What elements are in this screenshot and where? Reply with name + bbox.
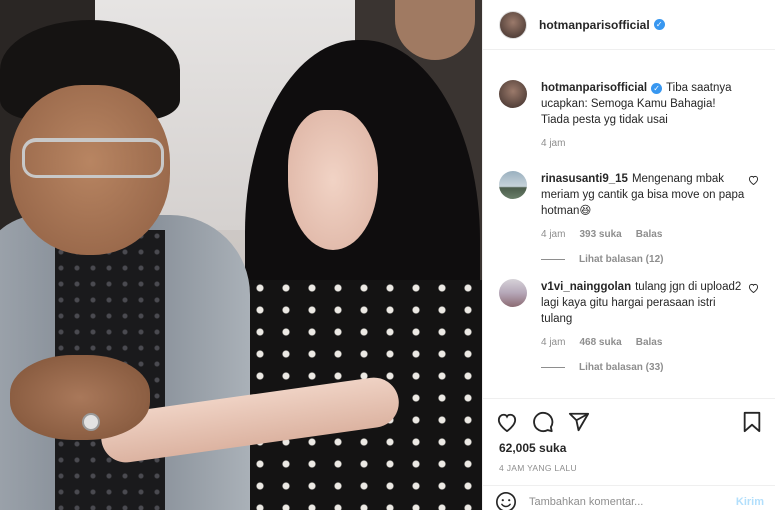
post-side-panel: hotmanparisofficial ✓ hotmanparisofficia…: [482, 0, 775, 510]
comment-likes[interactable]: 393 suka: [579, 229, 621, 240]
add-comment-bar: Kirim: [483, 485, 775, 510]
replies-divider: [541, 367, 565, 368]
action-icons-bar: [483, 399, 775, 435]
comment-meta: 4 jam: [541, 138, 746, 149]
photo-man-glasses: [22, 138, 164, 178]
comment-username[interactable]: rinasusanti9_15: [541, 173, 628, 185]
post-header: hotmanparisofficial ✓: [483, 0, 775, 50]
comment-item: v1vi_nainggolan tulang jgn di upload2 lag…: [499, 279, 759, 348]
comment-username[interactable]: hotmanparisofficial: [541, 82, 647, 94]
photo-ring: [82, 413, 100, 431]
post-time-ago[interactable]: 4 JAM YANG LALU: [483, 455, 775, 473]
author-avatar[interactable]: [499, 10, 527, 39]
comment-text-block: v1vi_nainggolan tulang jgn di upload2 lag…: [541, 279, 746, 327]
comment-time[interactable]: 4 jam: [541, 138, 565, 149]
post-actions: 62,005 suka 4 JAM YANG LALU Kirim: [483, 398, 775, 510]
post-comment-button[interactable]: Kirim: [736, 496, 764, 508]
replies-divider: [541, 259, 565, 260]
comment-text-block: rinasusanti9_15 Mengenang mbak meriam yg …: [541, 171, 746, 219]
comments-list[interactable]: hotmanparisofficial ✓ Tiba saatnya ucapkan…: [483, 50, 775, 398]
author-username[interactable]: hotmanparisofficial: [539, 18, 650, 32]
photo-man-hand: [10, 355, 150, 440]
comment-meta: 4 jam 468 suka Balas: [541, 337, 746, 348]
comment-avatar[interactable]: [499, 80, 527, 108]
comment-likes[interactable]: 468 suka: [579, 337, 621, 348]
comment-username[interactable]: v1vi_nainggolan: [541, 281, 631, 293]
like-heart-icon[interactable]: [495, 410, 519, 434]
comment-reply-button[interactable]: Balas: [636, 337, 663, 348]
comment-avatar[interactable]: [499, 279, 527, 307]
view-replies-button[interactable]: Lihat balasan (33): [541, 362, 759, 373]
share-icon[interactable]: [567, 410, 591, 434]
add-comment-input[interactable]: [529, 495, 736, 508]
view-replies-button[interactable]: Lihat balasan (12): [541, 254, 759, 265]
comment-meta: 4 jam 393 suka Balas: [541, 229, 746, 240]
emoji-smiley-icon[interactable]: [495, 491, 517, 510]
save-bookmark-icon[interactable]: [740, 410, 764, 434]
view-replies-label[interactable]: Lihat balasan (12): [579, 254, 663, 265]
comment-avatar[interactable]: [499, 171, 527, 199]
comment-like-heart-icon[interactable]: [748, 175, 759, 188]
photo-woman-face: [288, 110, 378, 250]
comment-like-heart-icon[interactable]: [748, 283, 759, 296]
like-count[interactable]: 62,005 suka: [483, 435, 775, 455]
comment-reply-button[interactable]: Balas: [636, 229, 663, 240]
comment-text-block: hotmanparisofficial ✓ Tiba saatnya ucapkan…: [541, 80, 746, 128]
comment-item: rinasusanti9_15 Mengenang mbak meriam yg …: [499, 171, 759, 240]
comment-time[interactable]: 4 jam: [541, 337, 565, 348]
view-replies-label[interactable]: Lihat balasan (33): [579, 362, 663, 373]
comment-time[interactable]: 4 jam: [541, 229, 565, 240]
caption-comment: hotmanparisofficial ✓ Tiba saatnya ucapkan…: [499, 80, 759, 149]
comment-icon[interactable]: [531, 410, 555, 434]
verified-badge-icon: ✓: [651, 83, 663, 94]
verified-badge-icon: ✓: [653, 19, 665, 30]
post-photo[interactable]: [0, 0, 482, 510]
